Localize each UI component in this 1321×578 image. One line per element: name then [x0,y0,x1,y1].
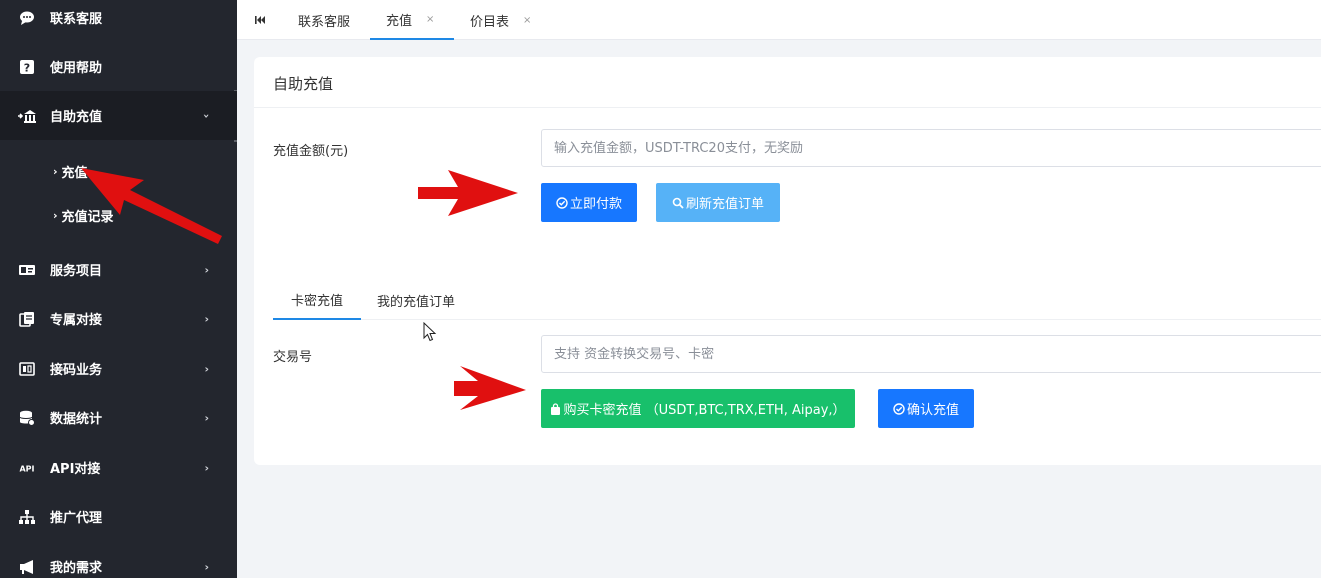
search-icon [672,197,684,209]
check-circle-icon [556,196,568,209]
chevron-right-icon: › [204,263,209,276]
close-icon[interactable]: × [426,14,434,25]
sidebar-item-promotion[interactable]: 推广代理 [0,492,237,541]
sidebar-item-label: 推广代理 [50,511,103,526]
sitemap-icon [18,508,36,526]
sidebar-item-help[interactable]: ? 使用帮助 [0,42,237,91]
chat-icon [18,9,36,27]
skip-back-icon [255,16,265,24]
confirm-recharge-button[interactable]: 确认充值 [878,389,974,428]
megaphone-icon [18,558,36,576]
annotation-arrow-pay [418,170,518,216]
tab-card-recharge[interactable]: 卡密充值 [273,280,361,320]
chevron-down-icon: › [200,113,214,118]
close-icon[interactable]: × [523,15,531,26]
sidebar-item-contact[interactable]: 联系客服 [0,0,237,42]
sidebar-item-label: 使用帮助 [50,61,103,76]
check-circle-icon [893,402,905,415]
sidebar-item-sms[interactable]: 接码业务 › [0,344,237,393]
pay-now-button[interactable]: 立即付款 [541,183,637,222]
chevron-right-icon: › [53,164,58,178]
tab-pricelist[interactable]: 价目表 × [470,0,531,40]
tab-bar: 联系客服 充值 × 价目表 × [237,0,1321,40]
buy-card-label: 购买卡密充值 （USDT,BTC,TRX,ETH, Aipay,） [563,403,846,418]
annotation-arrow-buy [454,366,526,410]
help-icon: ? [18,58,36,76]
mouse-cursor-icon [423,322,437,342]
sidebar-item-label: API对接 [50,462,101,477]
tab-label: 联系客服 [298,14,351,30]
card-title: 自助充值 [273,75,334,93]
bank-icon [18,107,36,125]
chevron-right-icon: › [204,411,209,424]
confirm-recharge-label: 确认充值 [906,403,959,418]
sidebar-item-label: 我的需求 [50,561,103,576]
api-icon: API [18,459,36,477]
tab-scroll-left-button[interactable] [255,0,265,40]
recharge-card: 自助充值 充值金额(元) 立即付款 刷新充值订单 卡密充值 我的充值订单 交易号… [254,57,1321,465]
chevron-right-icon: › [204,560,209,573]
txn-label: 交易号 [273,350,313,365]
shopping-bag-icon [551,402,561,415]
docs-icon [18,310,36,328]
sidebar-item-requests[interactable]: 我的需求 › [0,542,237,578]
sidebar-item-api[interactable]: API API对接 › [0,443,237,492]
tab-label: 价目表 [470,14,510,30]
inner-tab-bar: 卡密充值 我的充值订单 [273,280,1321,320]
refresh-orders-label: 刷新充值订单 [685,197,764,212]
sidebar-item-services[interactable]: 服务项目 › [0,245,237,294]
refresh-orders-button[interactable]: 刷新充值订单 [656,183,780,222]
sidebar: 联系客服 ? 使用帮助 自助充值 › › 充值 › 充值记录 服务项目 › 专属… [0,0,237,578]
card-header: 自助充值 [254,57,1321,108]
svg-text:API: API [19,464,34,473]
sidebar-item-stats[interactable]: 数据统计 › [0,393,237,442]
sidebar-item-label: 专属对接 [50,313,103,328]
svg-text:?: ? [24,61,30,74]
sidebar-item-label: 服务项目 [50,264,103,279]
amount-input[interactable] [541,129,1321,167]
tab-label: 我的充值订单 [377,294,456,310]
sidebar-item-recharge[interactable]: 自助充值 › [0,91,237,140]
buy-card-button[interactable]: 购买卡密充值 （USDT,BTC,TRX,ETH, Aipay,） [541,389,855,428]
tab-my-orders[interactable]: 我的充值订单 [377,280,455,320]
pay-now-label: 立即付款 [569,197,622,212]
sidebar-item-label: 联系客服 [50,12,103,27]
tab-label: 卡密充值 [290,293,343,309]
database-icon [18,409,36,427]
sim-icon [18,360,36,378]
annotation-arrow-sidebar [81,168,222,244]
card-icon [18,261,36,279]
chevron-right-icon: › [204,312,209,325]
tab-label: 充值 [386,13,413,29]
sidebar-item-label: 接码业务 [50,363,103,378]
txn-input[interactable] [541,335,1321,373]
sidebar-item-dedicated[interactable]: 专属对接 › [0,294,237,343]
sidebar-item-label: 数据统计 [50,412,103,427]
tab-contact[interactable]: 联系客服 [298,0,350,40]
amount-label: 充值金额(元) [273,144,349,159]
sidebar-item-label: 自助充值 [50,110,103,125]
chevron-right-icon: › [53,208,58,222]
chevron-right-icon: › [204,461,209,474]
tab-recharge[interactable]: 充值 × [370,0,454,40]
chevron-right-icon: › [204,362,209,375]
